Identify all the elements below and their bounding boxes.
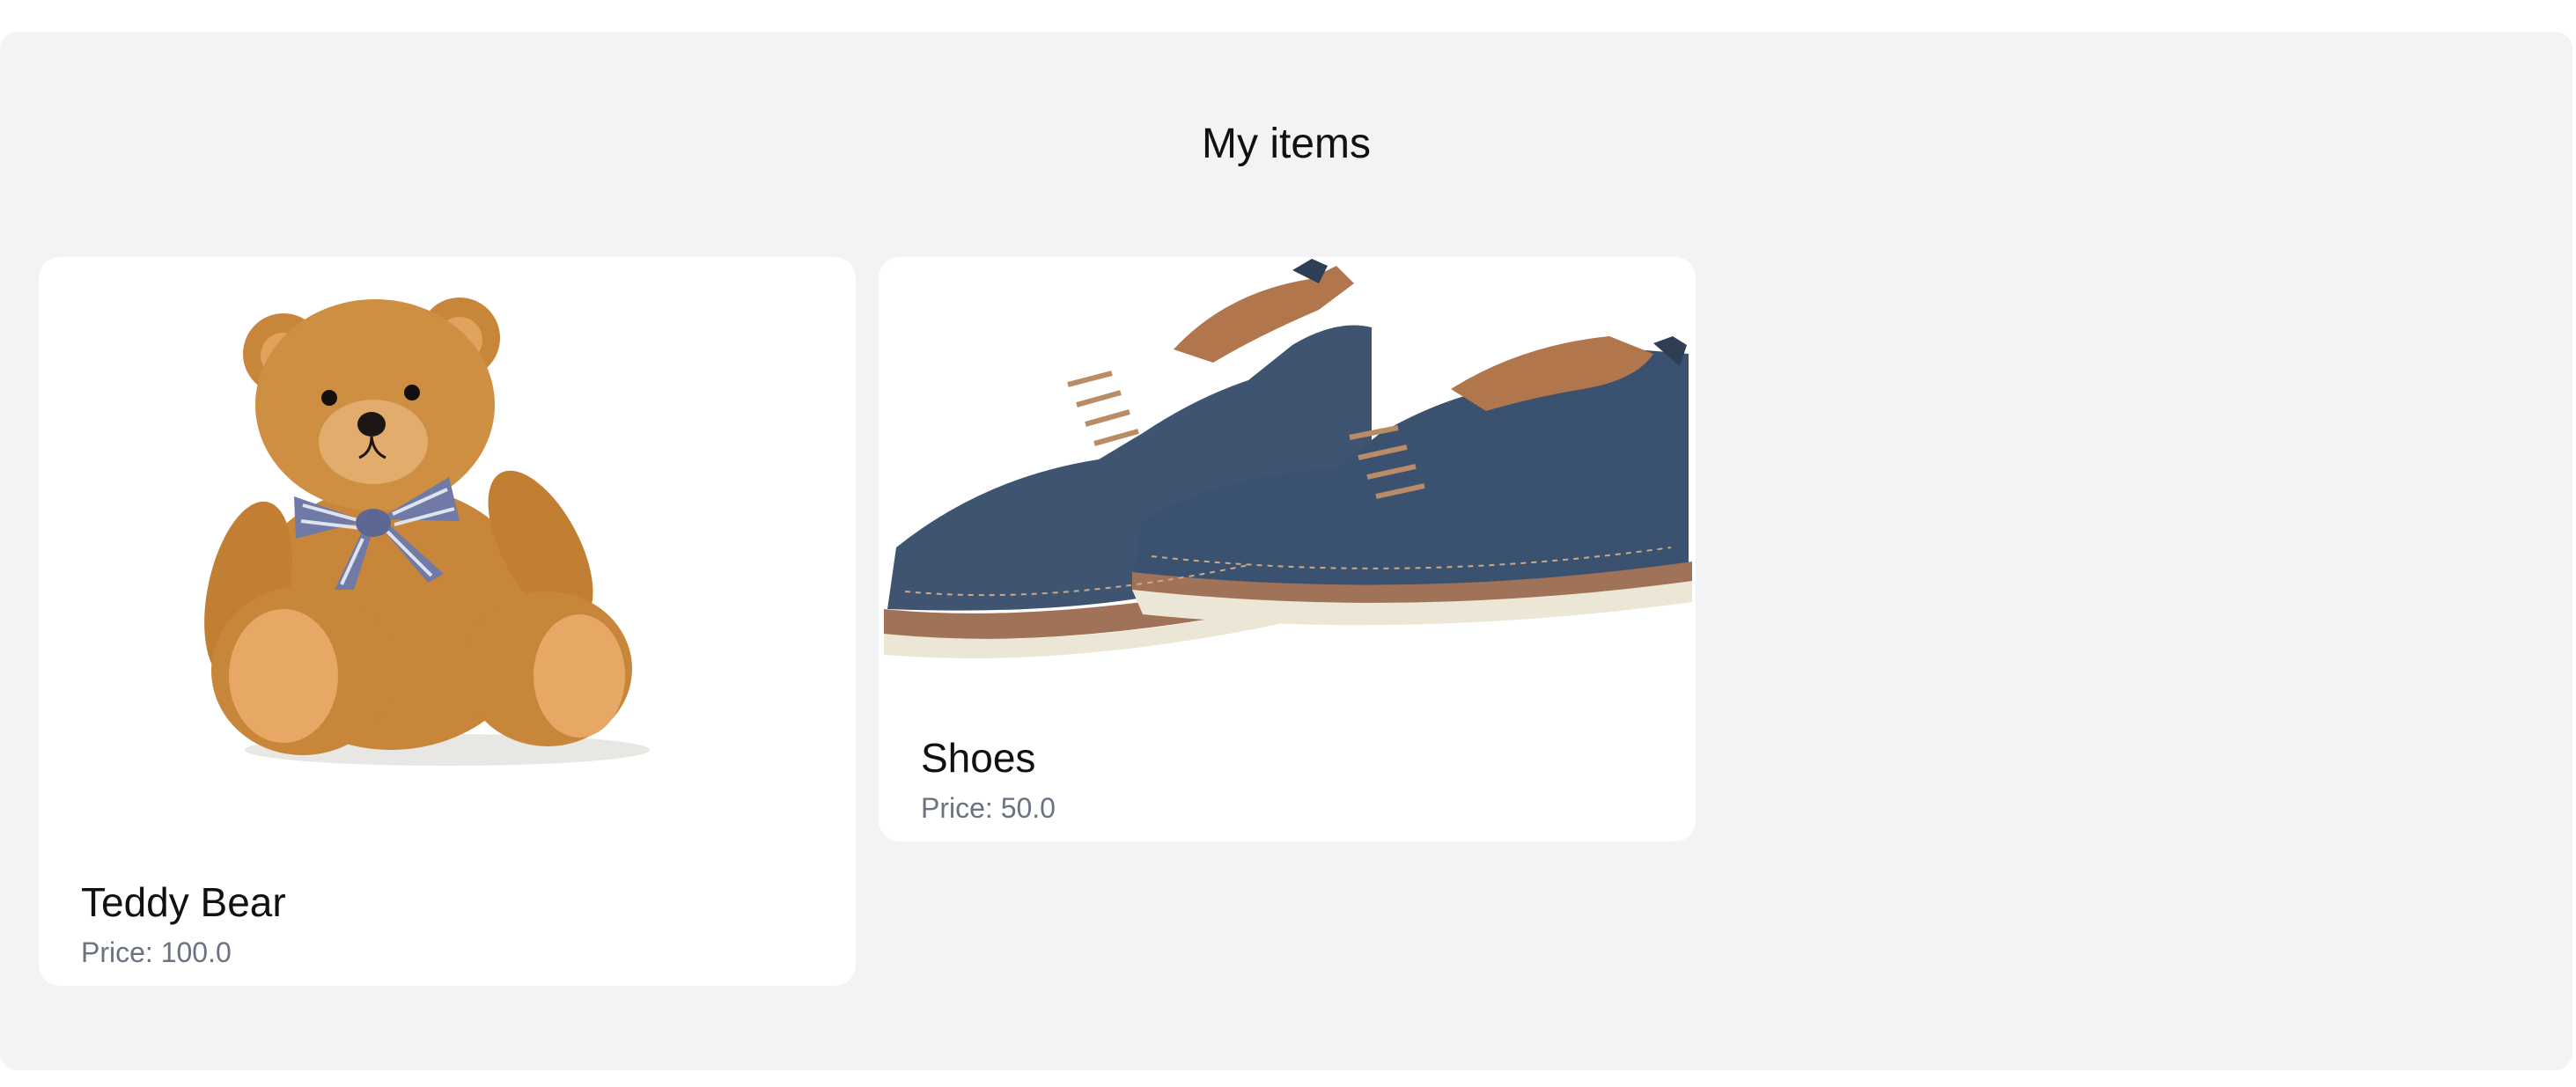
item-price: Price: 100.0 [81,936,232,968]
item-card-shoes[interactable]: Shoes Price: 50.0 [879,257,1696,841]
teddy-bear-image [39,257,856,820]
item-card-teddy-bear[interactable]: Teddy Bear Price: 100.0 [39,257,856,986]
page-title: My items [1202,121,1371,167]
item-name: Teddy Bear [81,879,286,925]
item-price: Price: 50.0 [921,792,1056,824]
item-name: Shoes [921,735,1036,781]
items-panel: My items Teddy Bear Price: 100.0 Shoes P… [0,32,2572,1070]
shoes-image [879,257,1696,671]
